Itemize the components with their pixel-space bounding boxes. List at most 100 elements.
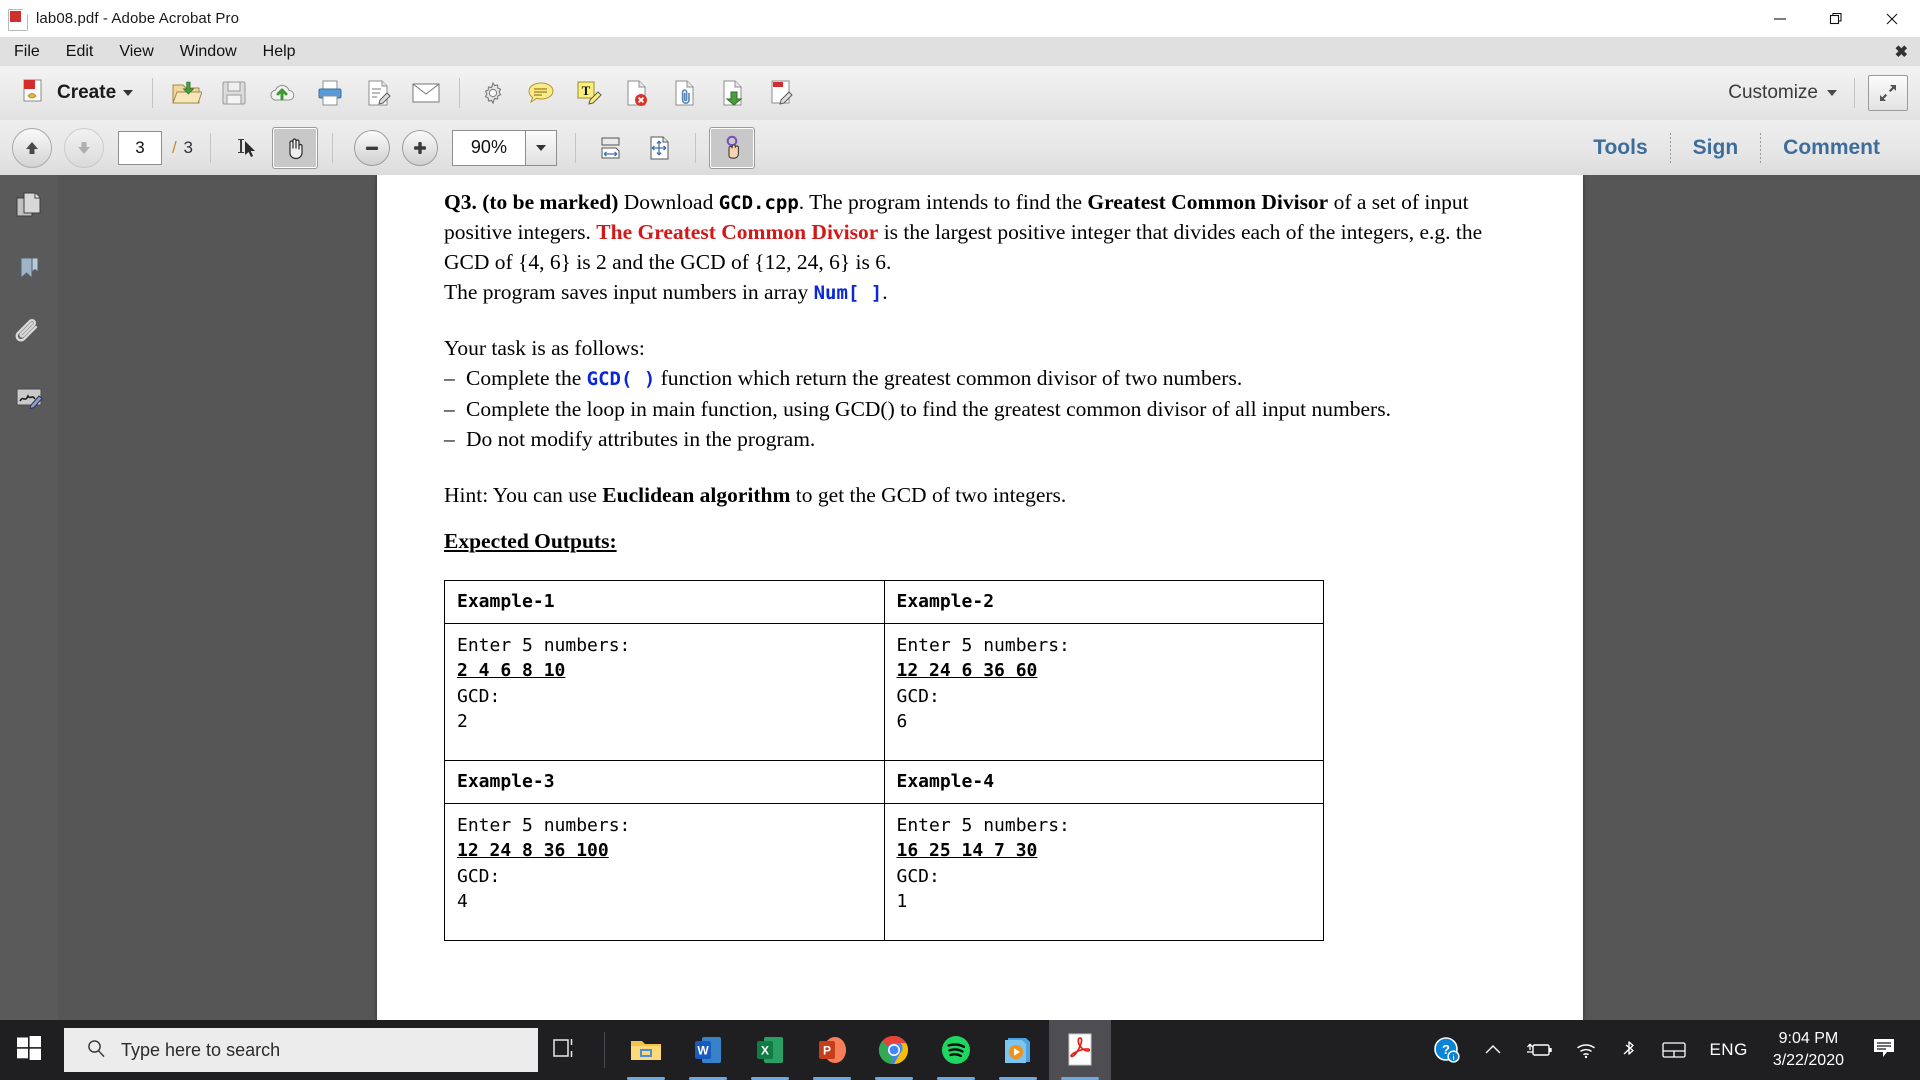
edit-pdf-icon[interactable] bbox=[757, 71, 805, 115]
task-item-1: Complete the GCD( ) function which retur… bbox=[444, 363, 1523, 393]
pan-click-icon[interactable] bbox=[708, 126, 755, 169]
gear-icon[interactable] bbox=[469, 71, 517, 115]
minimize-button[interactable] bbox=[1752, 0, 1808, 37]
tab-sign[interactable]: Sign bbox=[1671, 136, 1761, 160]
document-viewport[interactable]: Q3. (to be marked) Download GCD.cpp. The… bbox=[58, 175, 1920, 1020]
taskbar-app-word[interactable]: W bbox=[677, 1020, 739, 1080]
export-page-icon[interactable] bbox=[709, 71, 757, 115]
highlight-text-icon[interactable]: T bbox=[565, 71, 613, 115]
email-icon[interactable] bbox=[402, 71, 450, 115]
zoom-out-button[interactable] bbox=[353, 129, 390, 166]
menu-file[interactable]: File bbox=[2, 40, 52, 64]
search-placeholder: Type here to search bbox=[121, 1039, 281, 1060]
pdf-page: Q3. (to be marked) Download GCD.cpp. The… bbox=[377, 175, 1583, 1020]
next-page-button[interactable] bbox=[64, 127, 104, 168]
page-number-input[interactable]: 3 bbox=[118, 130, 162, 165]
taskbar-app-acrobat[interactable] bbox=[1049, 1020, 1111, 1080]
clock-time: 9:04 PM bbox=[1778, 1030, 1839, 1048]
show-hidden-icons-icon[interactable] bbox=[1472, 1020, 1514, 1080]
action-center-button[interactable] bbox=[1858, 1020, 1910, 1080]
signatures-icon bbox=[14, 383, 44, 416]
example-1-gcd-label: GCD: bbox=[457, 685, 501, 707]
taskbar-app-movies-tv[interactable] bbox=[987, 1020, 1049, 1080]
edit-text-icon[interactable] bbox=[354, 71, 402, 115]
menu-help[interactable]: Help bbox=[251, 40, 308, 64]
fit-page-icon[interactable] bbox=[637, 128, 681, 168]
q3-filename: GCD.cpp bbox=[718, 192, 799, 214]
toolbar-divider-2 bbox=[459, 78, 461, 108]
wifi-icon[interactable] bbox=[1564, 1020, 1608, 1080]
windows-start-icon bbox=[16, 1035, 42, 1066]
examples-table: Example-1 Example-2 Enter 5 numbers: 2 4… bbox=[444, 579, 1324, 941]
sidebar-item-attachments[interactable] bbox=[0, 303, 58, 367]
sidebar-item-signatures[interactable] bbox=[0, 367, 58, 431]
previous-page-button[interactable] bbox=[12, 127, 52, 168]
close-button[interactable] bbox=[1864, 0, 1920, 37]
array-code: Num[ ] bbox=[813, 282, 883, 305]
bookmarks-icon bbox=[14, 254, 44, 289]
nav-divider-2 bbox=[331, 132, 333, 163]
example-3-gcd-label: GCD: bbox=[457, 865, 501, 887]
task-view-button[interactable] bbox=[538, 1020, 594, 1080]
attach-file-icon[interactable] bbox=[661, 71, 709, 115]
hand-tool-icon[interactable] bbox=[271, 126, 318, 169]
customize-button[interactable]: Customize bbox=[1720, 78, 1845, 108]
menu-view[interactable]: View bbox=[107, 40, 165, 64]
example-4-title: Example-4 bbox=[883, 759, 1324, 804]
hint-paragraph: Hint: You can use Euclidean algorithm to… bbox=[444, 480, 1523, 510]
table-row-headers-1: Example-1 Example-2 bbox=[444, 579, 1324, 624]
print-icon[interactable] bbox=[306, 71, 354, 115]
taskbar-app-powerpoint[interactable]: P bbox=[801, 1020, 863, 1080]
bluetooth-icon[interactable] bbox=[1608, 1020, 1650, 1080]
start-button[interactable] bbox=[0, 1020, 58, 1080]
task-list: Complete the GCD( ) function which retur… bbox=[444, 363, 1523, 453]
taskbar-app-excel[interactable]: X bbox=[739, 1020, 801, 1080]
example-4-body: Enter 5 numbers: 16 25 14 7 30 GCD: 1 bbox=[883, 802, 1324, 941]
search-input[interactable]: Type here to search bbox=[64, 1028, 538, 1072]
touchpad-icon[interactable] bbox=[1650, 1020, 1698, 1080]
delete-page-icon[interactable] bbox=[613, 71, 661, 115]
taskbar-app-spotify[interactable] bbox=[925, 1020, 987, 1080]
menu-window[interactable]: Window bbox=[168, 40, 249, 64]
create-button[interactable]: Create bbox=[10, 73, 143, 114]
nav-divider-1 bbox=[209, 132, 211, 163]
language-label: ENG bbox=[1709, 1040, 1748, 1059]
example-4-gcd-label: GCD: bbox=[896, 865, 940, 887]
help-info-icon[interactable]: ? i bbox=[1422, 1020, 1472, 1080]
fit-width-icon[interactable] bbox=[589, 128, 633, 168]
tab-tools[interactable]: Tools bbox=[1571, 136, 1669, 160]
taskbar-app-chrome[interactable] bbox=[863, 1020, 925, 1080]
customize-label: Customize bbox=[1728, 82, 1818, 103]
menu-edit[interactable]: Edit bbox=[54, 40, 106, 64]
example-2-gcd-value: 6 bbox=[896, 711, 908, 733]
taskbar-divider bbox=[604, 1032, 605, 1068]
restore-button[interactable] bbox=[1808, 0, 1864, 37]
example-3-prompt: Enter 5 numbers: bbox=[457, 814, 631, 836]
sidebar-item-bookmarks[interactable] bbox=[0, 239, 58, 303]
right-tabs: Tools Sign Comment bbox=[1571, 120, 1920, 175]
example-3-input: 12 24 8 36 100 bbox=[457, 840, 609, 862]
save-icon[interactable] bbox=[210, 71, 258, 115]
open-file-icon[interactable] bbox=[162, 71, 210, 115]
taskbar-app-file-explorer[interactable] bbox=[615, 1020, 677, 1080]
expand-arrows-icon[interactable] bbox=[1868, 75, 1908, 111]
q3-t2: . The program intends to find the bbox=[798, 190, 1088, 214]
zoom-dropdown-button[interactable] bbox=[524, 129, 557, 166]
acrobat-icon bbox=[8, 8, 28, 31]
clock[interactable]: 9:04 PM 3/22/2020 bbox=[1759, 1020, 1858, 1080]
sticky-note-icon[interactable] bbox=[517, 71, 565, 115]
language-indicator[interactable]: ENG bbox=[1698, 1020, 1758, 1080]
example-4-input: 16 25 14 7 30 bbox=[896, 840, 1038, 862]
create-pdf-icon bbox=[20, 76, 50, 111]
array-t2: . bbox=[882, 280, 888, 305]
sidebar-item-page-thumbnails[interactable] bbox=[0, 175, 58, 239]
search-icon bbox=[86, 1038, 106, 1063]
zoom-level-input[interactable]: 90% bbox=[451, 129, 525, 166]
task-item-2: Complete the loop in main function, usin… bbox=[444, 394, 1523, 424]
zoom-in-button[interactable] bbox=[401, 129, 438, 166]
upload-cloud-icon[interactable] bbox=[258, 71, 306, 115]
battery-charging-icon[interactable] bbox=[1514, 1020, 1564, 1080]
tab-comment[interactable]: Comment bbox=[1761, 136, 1902, 160]
text-select-icon[interactable] bbox=[224, 128, 268, 168]
close-document-button[interactable]: ✖ bbox=[1895, 42, 1908, 62]
